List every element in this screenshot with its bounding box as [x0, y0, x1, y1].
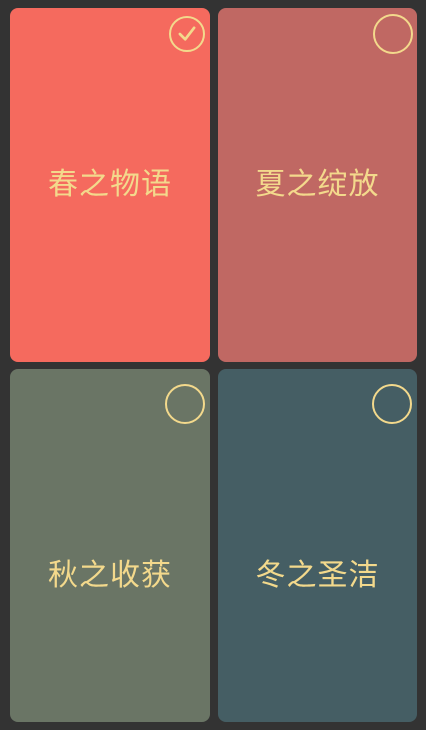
card-spring-label: 春之物语	[48, 167, 172, 202]
empty-circle-icon[interactable]	[372, 384, 412, 424]
card-summer-label: 夏之绽放	[255, 167, 380, 202]
empty-circle-icon[interactable]	[373, 14, 413, 54]
empty-circle-icon[interactable]	[165, 384, 205, 424]
card-spring[interactable]: 春之物语	[10, 8, 210, 362]
card-autumn-label: 秋之收获	[48, 558, 172, 593]
card-winter-label: 冬之圣洁	[255, 558, 380, 593]
checkmark-circle-icon[interactable]	[169, 16, 205, 52]
card-summer[interactable]: 夏之绽放	[218, 8, 417, 362]
card-winter[interactable]: 冬之圣洁	[218, 369, 417, 722]
season-card-grid: 春之物语 夏之绽放 秋之收获 冬之圣洁	[0, 0, 426, 730]
card-autumn[interactable]: 秋之收获	[10, 369, 210, 722]
